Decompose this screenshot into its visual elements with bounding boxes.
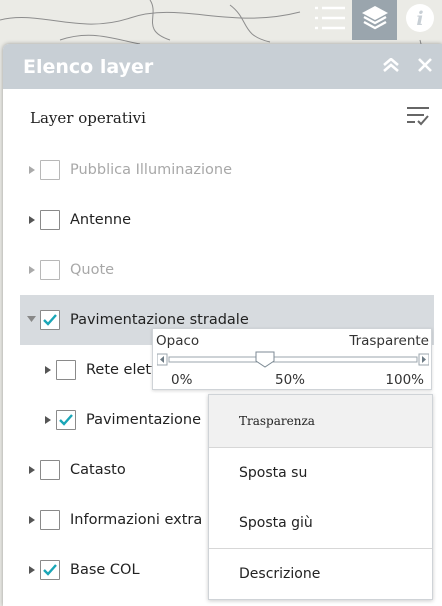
caret-right-icon[interactable] — [45, 366, 51, 374]
layer-checkbox[interactable] — [56, 360, 76, 380]
layer-options-button[interactable] — [398, 98, 438, 138]
menu-item-transparency[interactable]: Trasparenza — [209, 395, 432, 447]
checkmark-icon — [59, 414, 73, 426]
menu-item-move-up[interactable]: Sposta su — [209, 448, 432, 498]
operational-layers-header: Layer operativi — [3, 89, 442, 147]
layer-label: Quote — [70, 262, 115, 278]
layer-row-antenne[interactable]: Antenne — [20, 195, 434, 245]
layer-label: Rete elett — [86, 362, 157, 378]
layer-label: Pubblica Illuminazione — [70, 162, 232, 178]
menu-item-move-down[interactable]: Sposta giù — [209, 498, 432, 548]
caret-right-icon[interactable] — [29, 566, 35, 574]
filter-icon — [406, 105, 430, 131]
layer-label: Catasto — [70, 462, 126, 478]
layer-checkbox[interactable] — [40, 460, 60, 480]
about-button[interactable]: i — [397, 0, 442, 40]
close-icon — [418, 57, 432, 76]
caret-right-icon[interactable] — [45, 416, 51, 424]
caret-down-icon[interactable] — [27, 316, 36, 324]
legend-icon — [313, 3, 347, 37]
checkmark-icon — [43, 564, 57, 576]
layer-row-quote[interactable]: Quote — [20, 245, 434, 295]
layer-label: Pavimentazione stradale — [70, 312, 249, 328]
layer-checkbox[interactable] — [40, 210, 60, 230]
close-button[interactable] — [408, 44, 442, 89]
info-icon: i — [404, 2, 436, 38]
layer-checkbox[interactable] — [40, 260, 60, 280]
layer-label: Antenne — [70, 212, 132, 228]
layer-checkbox[interactable] — [40, 510, 60, 530]
checkmark-icon — [43, 314, 57, 326]
layer-label: Informazioni extra — [70, 512, 203, 528]
svg-text:i: i — [416, 8, 423, 30]
layer-checkbox[interactable] — [40, 310, 60, 330]
panel-title: Elenco layer — [23, 55, 154, 78]
transparency-slider-popup: Opaco Trasparente 0% 50% 100% — [152, 328, 432, 390]
caret-right-icon[interactable] — [29, 516, 35, 524]
panel-header: Elenco layer — [3, 44, 442, 89]
caret-right-icon[interactable] — [29, 266, 35, 274]
layer-checkbox[interactable] — [40, 560, 60, 580]
caret-right-icon[interactable] — [29, 216, 35, 224]
slider-tick-mid: 50% — [275, 372, 306, 388]
legend-button[interactable] — [307, 0, 352, 40]
caret-right-icon[interactable] — [29, 466, 35, 474]
slider-tick-min: 0% — [171, 372, 193, 388]
caret-right-icon[interactable] — [29, 166, 35, 174]
operational-layers-title: Layer operativi — [30, 109, 146, 127]
collapse-icon — [382, 57, 400, 76]
layer-checkbox[interactable] — [56, 410, 76, 430]
transparency-slider[interactable] — [157, 351, 429, 369]
slider-tick-max: 100% — [385, 372, 424, 388]
collapse-button[interactable] — [374, 44, 408, 89]
layer-label: Base COL — [70, 562, 140, 578]
slider-transparent-label: Trasparente — [349, 333, 429, 349]
layer-label: Pavimentazione — [86, 412, 202, 428]
slider-thumb[interactable] — [255, 351, 275, 368]
menu-item-description[interactable]: Descrizione — [209, 549, 432, 599]
layers-icon — [360, 3, 390, 37]
layer-row-pubblica-illuminazione[interactable]: Pubblica Illuminazione — [20, 145, 434, 195]
layer-list-button[interactable] — [352, 0, 397, 40]
layer-context-menu: Trasparenza Sposta su Sposta giù Descriz… — [208, 394, 433, 600]
slider-opaque-label: Opaco — [156, 333, 200, 349]
map-toolbar: i — [307, 0, 442, 40]
layer-checkbox[interactable] — [40, 160, 60, 180]
